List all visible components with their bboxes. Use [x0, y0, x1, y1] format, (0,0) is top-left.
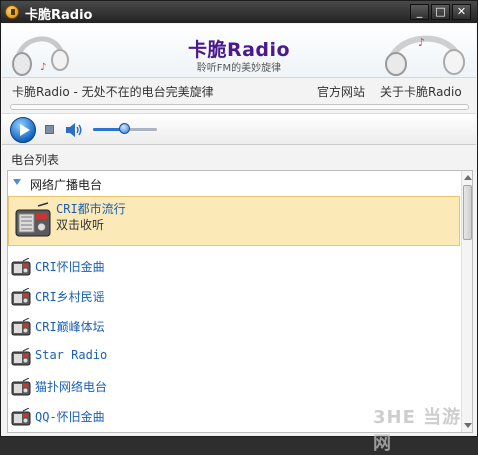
list-item[interactable]: Star Radio — [8, 341, 460, 371]
radio-icon — [15, 202, 51, 237]
station-list[interactable]: 网络广播电台 CRI都市流行 双击收听 CRI怀旧金曲 CRI乡村民谣 CRI巅… — [7, 170, 473, 433]
slogan-text: 卡脆Radio - 无处不在的电台完美旋律 — [12, 85, 214, 99]
official-site-link[interactable]: 官方网站 — [317, 83, 365, 100]
headphones-icon: ♪ — [385, 35, 465, 76]
window-title: 卡脆Radio — [25, 8, 93, 23]
scrollbar[interactable] — [461, 171, 472, 432]
player-controls — [2, 113, 476, 145]
volume-slider-thumb[interactable] — [118, 123, 130, 134]
selected-station-name: CRI都市流行 — [56, 202, 126, 216]
station-name: 猫扑网络电台 — [35, 380, 108, 394]
list-item-selected[interactable]: CRI都市流行 双击收听 — [8, 196, 460, 246]
svg-text:♪: ♪ — [418, 36, 425, 49]
info-bar: 卡脆Radio - 无处不在的电台完美旋律 官方网站 关于卡脆Radio — [2, 79, 476, 101]
group-header[interactable]: 网络广播电台 — [8, 171, 460, 195]
station-name: CRI怀旧金曲 — [35, 260, 105, 274]
list-item[interactable]: CRI巅峰体坛 — [8, 311, 460, 341]
list-item[interactable]: CRI乡村民谣 — [8, 281, 460, 311]
radio-icon — [11, 288, 31, 306]
list-item[interactable]: CRI怀旧金曲 — [8, 251, 460, 281]
banner: ♪ 卡脆Radio 聆听FM的美妙旋律 ♪ — [2, 24, 476, 78]
play-button[interactable] — [10, 117, 36, 143]
title-bar[interactable]: 卡脆Radio _ □ ✕ — [1, 1, 477, 23]
watermark: 3HE 当游网 — [373, 407, 462, 454]
station-name: CRI乡村民谣 — [35, 290, 105, 304]
scrollbar-thumb[interactable] — [463, 185, 472, 240]
station-name: Star Radio — [35, 348, 108, 362]
app-window: 卡脆Radio _ □ ✕ ♪ 卡脆Radio 聆听FM的美妙旋律 ♪ 卡脆Ra… — [0, 0, 478, 454]
list-item[interactable]: 猫扑网络电台 — [8, 371, 460, 401]
app-icon — [5, 5, 19, 19]
radio-icon — [11, 348, 31, 366]
speaker-icon[interactable] — [65, 122, 83, 138]
radio-icon — [11, 318, 31, 336]
minimize-button[interactable]: _ — [410, 4, 429, 20]
radio-icon — [11, 258, 31, 276]
about-link[interactable]: 关于卡脆Radio — [380, 83, 462, 100]
scroll-up-icon[interactable] — [464, 175, 472, 180]
station-list-title: 电台列表 — [11, 153, 60, 167]
radio-icon — [11, 408, 31, 426]
radio-icon — [11, 378, 31, 396]
progress-bar[interactable] — [10, 104, 469, 110]
chevron-down-icon[interactable] — [13, 179, 21, 185]
stop-button[interactable] — [45, 125, 54, 134]
station-name: QQ-怀旧金曲 — [35, 410, 105, 424]
selected-station-hint: 双击收听 — [56, 218, 105, 232]
close-button[interactable]: ✕ — [452, 4, 471, 20]
group-label: 网络广播电台 — [30, 178, 103, 192]
station-name: CRI巅峰体坛 — [35, 320, 105, 334]
maximize-button[interactable]: □ — [431, 4, 450, 20]
